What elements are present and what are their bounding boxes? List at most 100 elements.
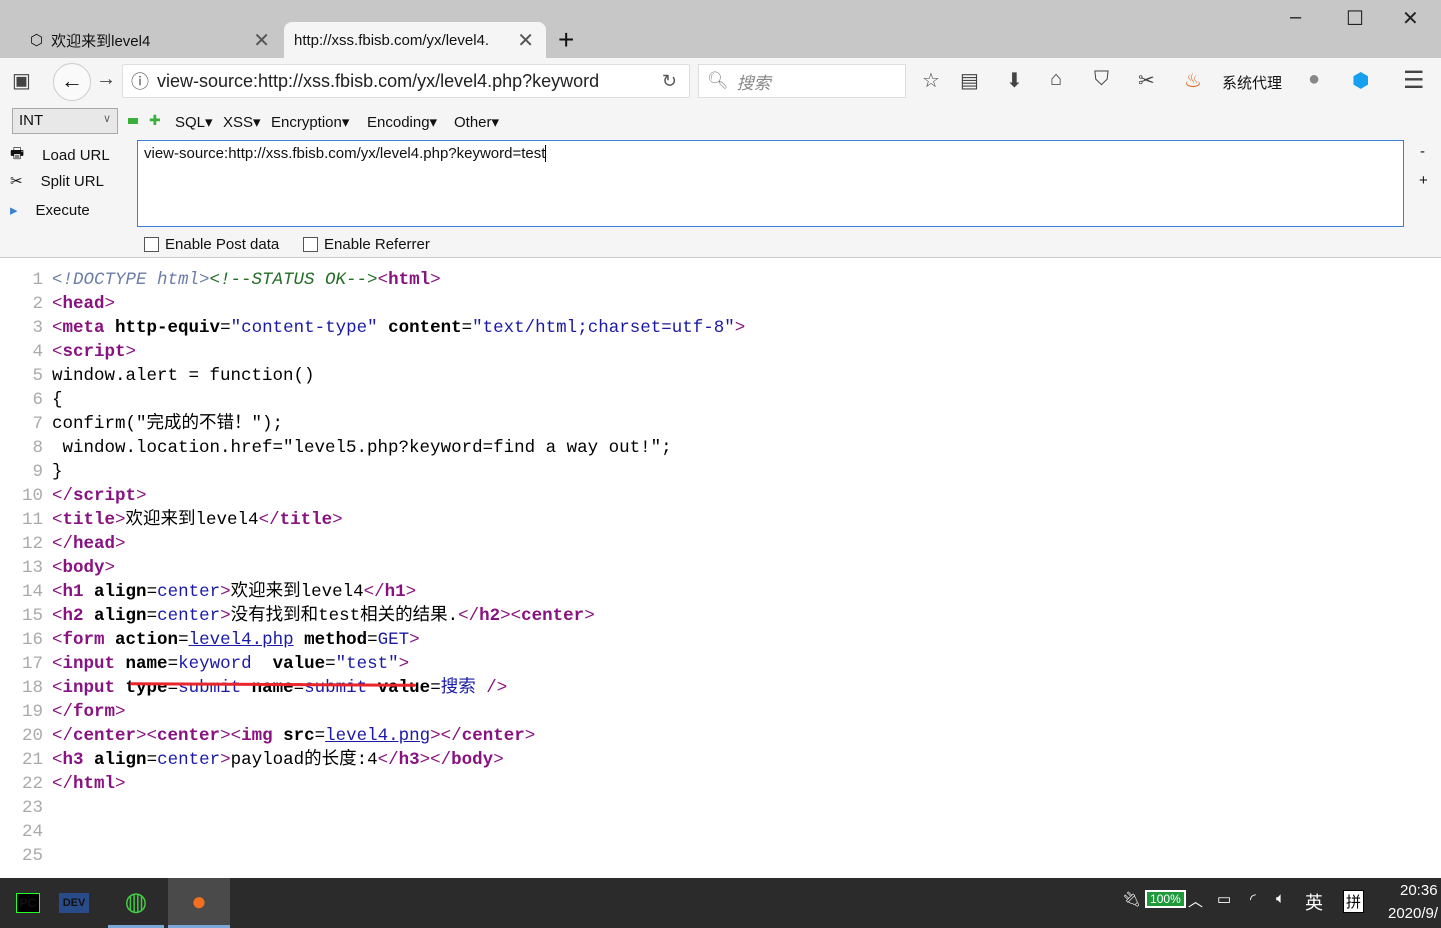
clock-time[interactable]: 20:36 bbox=[1400, 882, 1438, 899]
source-token: center bbox=[157, 582, 221, 602]
enable-post-checkbox[interactable]: Enable Post data bbox=[144, 236, 279, 253]
address-bar[interactable]: ⓘ view-source:http://xss.fbisb.com/yx/le… bbox=[122, 64, 690, 98]
source-link[interactable]: level4.png bbox=[325, 724, 430, 748]
show-hidden-icons[interactable]: ︿ bbox=[1188, 890, 1203, 911]
source-token: content bbox=[388, 318, 462, 338]
source-token: = bbox=[325, 654, 336, 674]
home-icon[interactable]: ⌂ bbox=[1050, 68, 1062, 91]
source-link[interactable]: level4.php bbox=[189, 628, 294, 652]
line-number: 25 bbox=[21, 846, 43, 866]
tab-view-source[interactable]: http://xss.fbisb.com/yx/level4. ✕ bbox=[284, 22, 546, 58]
source-token: = bbox=[461, 318, 473, 338]
taskbar-app-devcpp[interactable]: DEV bbox=[46, 878, 102, 928]
menu-xss[interactable]: XSS▾ bbox=[223, 113, 261, 131]
source-token: < bbox=[52, 318, 63, 338]
firebug-icon[interactable]: ♨ bbox=[1184, 68, 1202, 93]
battery-indicator[interactable]: 🔌︎ 100% bbox=[1122, 890, 1186, 908]
menu-icon[interactable]: ☰ bbox=[1403, 66, 1425, 95]
proxy-button[interactable]: 系统代理 bbox=[1222, 72, 1282, 93]
source-token: GET bbox=[377, 630, 410, 650]
back-button[interactable]: ← bbox=[53, 63, 91, 101]
source-line: 16 < form action = level4.php method = GET > bbox=[0, 628, 745, 652]
source-token: center bbox=[461, 726, 525, 746]
ime-language[interactable]: 英 bbox=[1305, 889, 1323, 915]
source-token: </ bbox=[52, 486, 74, 506]
source-token: < bbox=[377, 270, 389, 290]
url-textarea[interactable]: view-source:http://xss.fbisb.com/yx/leve… bbox=[137, 140, 1404, 227]
menu-encryption[interactable]: Encryption▾ bbox=[271, 113, 349, 131]
source-token: > bbox=[405, 582, 417, 602]
source-token: align bbox=[94, 606, 147, 626]
source-line: 3 < meta http-equiv = "content-type" content… bbox=[0, 316, 745, 340]
source-token: = bbox=[178, 630, 189, 650]
execute-button[interactable]: ▸ Execute bbox=[10, 201, 90, 220]
source-token: = bbox=[146, 606, 158, 626]
tab-level4[interactable]: ⬡ 欢迎来到level4 ✕ bbox=[20, 22, 282, 58]
sidebar-icon[interactable]: ▣ bbox=[12, 68, 31, 93]
source-token: head bbox=[73, 534, 116, 554]
close-tab-icon[interactable]: ✕ bbox=[253, 28, 270, 53]
type-select[interactable]: INT ∨ bbox=[12, 108, 118, 134]
extension-icon[interactable]: ● bbox=[1308, 68, 1320, 91]
decrease-icon[interactable] bbox=[128, 118, 138, 124]
line-number: 3 bbox=[32, 318, 43, 338]
source-token: html bbox=[73, 774, 116, 794]
source-token: = bbox=[146, 582, 158, 602]
line-number: 9 bbox=[32, 462, 43, 482]
source-token: form bbox=[62, 630, 105, 650]
menu-encoding[interactable]: Encoding▾ bbox=[367, 113, 437, 131]
source-token bbox=[115, 676, 126, 700]
new-tab-button[interactable]: + bbox=[558, 24, 574, 56]
close-window-button[interactable]: ✕ bbox=[1402, 6, 1419, 31]
source-token: ></ bbox=[419, 750, 452, 770]
battery-icon[interactable]: ▭ bbox=[1217, 890, 1231, 908]
reload-icon[interactable]: ↻ bbox=[662, 71, 677, 92]
source-token: > bbox=[584, 606, 595, 626]
increase-icon[interactable]: ✚ bbox=[149, 112, 161, 129]
source-token: </ bbox=[458, 606, 480, 626]
info-icon[interactable]: ⓘ bbox=[131, 68, 149, 94]
line-number: 12 bbox=[21, 534, 43, 554]
source-token: 没有找到和test相关的结果. bbox=[230, 606, 459, 626]
download-icon[interactable]: ⬇ bbox=[1006, 68, 1023, 93]
clipboard-icon[interactable]: ▤ bbox=[960, 68, 979, 93]
volume-icon[interactable]: 🔈︎ bbox=[1276, 890, 1285, 907]
minimize-button[interactable]: – bbox=[1290, 6, 1301, 29]
source-token: > bbox=[125, 342, 137, 362]
bookmark-star-icon[interactable]: ☆ bbox=[922, 68, 940, 93]
shrink-button[interactable]: - bbox=[1420, 143, 1425, 160]
enable-referrer-checkbox[interactable]: Enable Referrer bbox=[303, 236, 430, 253]
line-number: 24 bbox=[21, 822, 43, 842]
search-input[interactable]: 🔍︎ 搜索 bbox=[698, 64, 906, 98]
close-tab-icon[interactable]: ✕ bbox=[517, 28, 534, 53]
clock-date[interactable]: 2020/9/ bbox=[1388, 905, 1438, 922]
source-token: > bbox=[493, 750, 504, 770]
source-token: src bbox=[283, 726, 315, 746]
source-token: = bbox=[220, 318, 231, 338]
pocket-icon[interactable]: ⛉ bbox=[1094, 68, 1109, 91]
wifi-icon[interactable]: ◜ bbox=[1250, 890, 1256, 908]
expand-button[interactable]: + bbox=[1419, 172, 1428, 189]
ime-mode[interactable]: 拼 bbox=[1343, 890, 1365, 913]
load-url-button[interactable]: 🖶︎ Load URL bbox=[10, 143, 110, 168]
forward-button[interactable]: → bbox=[96, 68, 116, 91]
source-token: h3 bbox=[398, 750, 420, 770]
source-token: > bbox=[115, 510, 126, 530]
source-token: "content-type" bbox=[230, 318, 378, 338]
source-token: </ bbox=[363, 582, 385, 602]
maximize-button[interactable]: ☐ bbox=[1346, 6, 1364, 31]
menu-other[interactable]: Other▾ bbox=[454, 113, 499, 131]
taskbar-app-firefox[interactable]: ● bbox=[168, 878, 230, 928]
source-token: < bbox=[52, 582, 63, 602]
taskbar-app-360browser[interactable]: ◍ bbox=[108, 878, 164, 928]
source-token: < bbox=[52, 294, 63, 314]
source-token: </ bbox=[258, 510, 280, 530]
extension-icon-blue[interactable]: ⬢ bbox=[1352, 68, 1369, 93]
source-token bbox=[241, 676, 252, 700]
screenshot-icon[interactable]: ✂ bbox=[1138, 68, 1155, 93]
split-url-button[interactable]: ✂ Split URL bbox=[10, 172, 104, 191]
menu-sql[interactable]: SQL▾ bbox=[175, 113, 213, 131]
source-token: "test" bbox=[335, 654, 399, 674]
source-line: 6{ bbox=[0, 388, 745, 412]
source-token: submit bbox=[304, 678, 368, 698]
